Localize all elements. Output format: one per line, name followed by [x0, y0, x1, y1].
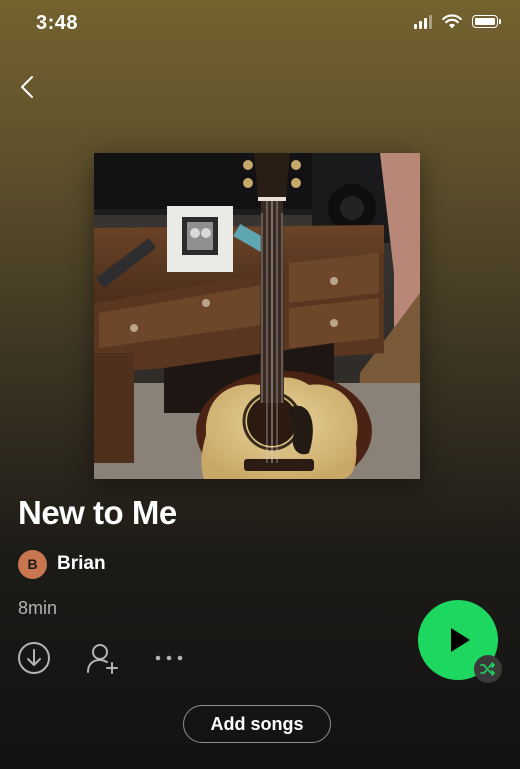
wifi-icon [442, 14, 462, 29]
avatar: B [18, 549, 47, 579]
add-user-icon [87, 644, 118, 674]
shuffle-button[interactable] [474, 655, 502, 683]
playlist-cover-image [94, 153, 420, 479]
download-button[interactable] [17, 641, 51, 675]
playlist-owner[interactable]: B Brian [18, 549, 106, 579]
signal-icon [414, 14, 432, 29]
playlist-screen: 3:48 New to Me B Brian 8min Add songs [0, 0, 520, 769]
add-collaborator-button[interactable] [86, 641, 120, 675]
download-icon [18, 642, 50, 674]
status-icons [414, 14, 501, 29]
album-cover-guitar [94, 153, 420, 479]
play-icon [451, 628, 470, 652]
back-button[interactable] [14, 72, 42, 102]
more-options-icon [155, 655, 183, 661]
owner-name: Brian [57, 553, 106, 574]
add-songs-button[interactable]: Add songs [183, 705, 331, 743]
playlist-title: New to Me [18, 494, 177, 531]
status-bar: 3:48 [0, 0, 520, 48]
status-time: 3:48 [36, 12, 79, 34]
shuffle-icon [480, 662, 495, 676]
chevron-left-icon [21, 76, 33, 98]
battery-icon [472, 15, 501, 28]
more-options-button[interactable] [152, 641, 186, 675]
playlist-duration: 8min [18, 598, 58, 618]
